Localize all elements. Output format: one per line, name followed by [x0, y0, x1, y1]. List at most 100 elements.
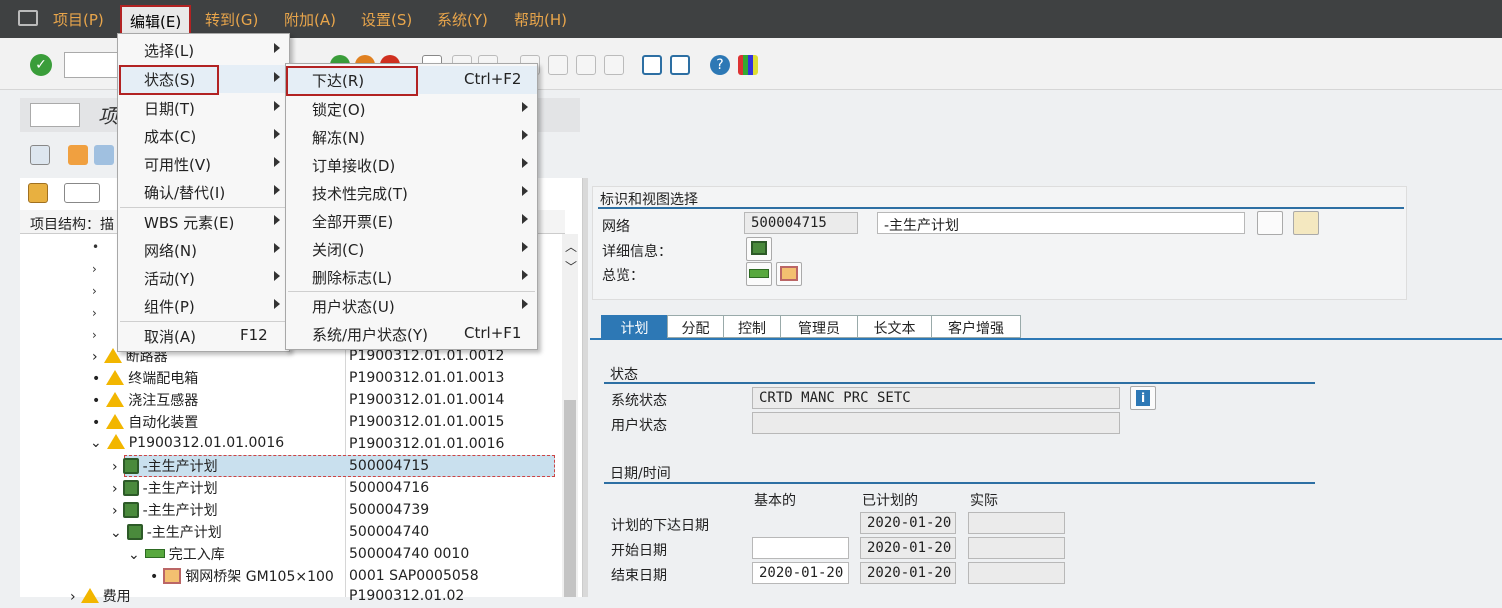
new-session-icon[interactable] — [642, 55, 662, 75]
menu-item-dates[interactable]: 日期(T) — [118, 94, 289, 122]
app-menu-icon[interactable] — [18, 10, 38, 26]
expand-icon[interactable]: › — [92, 328, 97, 342]
menu-settings[interactable]: 设置(S) — [361, 9, 412, 30]
menu-item-costs[interactable]: 成本(C) — [118, 122, 289, 150]
tree-row[interactable]: › -主生产计划 — [112, 500, 218, 522]
menu-item-cancel[interactable]: 取消(A) F12 — [118, 322, 289, 350]
prev-page-icon[interactable] — [548, 55, 568, 75]
menu-item-label: 成本(C) — [144, 128, 197, 146]
menu-item-activity[interactable]: 活动(Y) — [118, 264, 289, 292]
display-icon[interactable] — [1293, 211, 1319, 235]
menu-item-availability[interactable]: 可用性(V) — [118, 150, 289, 178]
tab-long-text[interactable]: 长文本 — [857, 315, 932, 338]
menu-help[interactable]: 帮助(H) — [514, 9, 567, 30]
start-date-basic[interactable] — [752, 537, 849, 559]
tree-row-name: 费用 — [102, 589, 131, 605]
check-icon[interactable]: ✓ — [30, 54, 52, 76]
splitter[interactable] — [583, 178, 588, 597]
menu-item-system-user-status[interactable]: 系统/用户状态(Y) Ctrl+F1 — [286, 320, 537, 348]
expand-icon[interactable]: › — [92, 262, 97, 276]
expand-icon[interactable]: › — [112, 481, 118, 497]
wbs-element-icon — [106, 414, 125, 429]
menu-item-release[interactable]: 下达(R) Ctrl+F2 — [286, 66, 537, 96]
menu-item-label: 组件(P) — [144, 298, 195, 316]
collapse-icon[interactable]: ⌄ — [128, 547, 140, 563]
shortcut-icon[interactable] — [670, 55, 690, 75]
group-underline — [604, 482, 1315, 484]
new-document-icon[interactable] — [64, 183, 100, 203]
tree-row[interactable]: › 费用 — [70, 586, 131, 608]
tree-row[interactable]: • 浇注互感器 — [92, 390, 198, 412]
tab-customer-enhancement[interactable]: 客户增强 — [931, 315, 1021, 338]
tab-plan[interactable]: 计划 — [601, 315, 668, 338]
tab-assignment[interactable]: 分配 — [667, 315, 724, 338]
last-page-icon[interactable] — [604, 55, 624, 75]
tab-control[interactable]: 控制 — [723, 315, 781, 338]
arrow-left-icon[interactable] — [68, 145, 88, 165]
menu-item-user-status[interactable]: 用户状态(U) — [286, 292, 537, 320]
wbs-element-icon — [106, 392, 125, 407]
tree-row[interactable]: • 钢网桥架 GM105×100 — [150, 566, 334, 588]
tree-row[interactable]: › -主生产计划 — [112, 478, 218, 500]
layout-icon[interactable] — [738, 55, 758, 75]
tab-administrator[interactable]: 管理员 — [780, 315, 858, 338]
submenu-arrow-icon — [274, 157, 280, 167]
glasses-icon[interactable] — [30, 145, 50, 165]
tree-row[interactable]: ⌄ P1900312.01.01.0016 — [90, 434, 284, 456]
tree-row-code: P1900312.01.01.0016 — [349, 436, 505, 452]
expand-icon[interactable]: › — [112, 459, 118, 475]
collapse-icon[interactable]: ⌄ — [90, 435, 102, 451]
tree-row[interactable]: • 自动化装置 — [92, 412, 198, 434]
network-icon — [122, 502, 139, 518]
tree-row[interactable]: ⌄ 完工入库 — [128, 544, 225, 566]
menu-item-deletion-flag[interactable]: 删除标志(L) — [286, 263, 537, 291]
expand-icon[interactable]: › — [70, 589, 76, 605]
open-folder-icon[interactable] — [28, 183, 48, 203]
planned-release-planned: 2020-01-20 — [860, 512, 956, 534]
tree-scrollbar-thumb[interactable] — [564, 400, 576, 597]
menu-project[interactable]: 项目(P) — [53, 9, 104, 30]
tree-row[interactable]: ⌄ -主生产计划 — [110, 522, 222, 544]
expand-icon[interactable]: › — [92, 306, 97, 320]
scroll-down-icon[interactable]: ﹀ — [565, 258, 577, 275]
edit-icon[interactable] — [1257, 211, 1283, 235]
wbs-element-icon — [106, 370, 125, 385]
next-page-icon[interactable] — [576, 55, 596, 75]
menu-item-fully-invoiced[interactable]: 全部开票(E) — [286, 207, 537, 235]
collapse-icon[interactable]: ⌄ — [110, 525, 122, 541]
menu-goto[interactable]: 转到(G) — [205, 9, 258, 30]
menu-item-close[interactable]: 关闭(C) — [286, 235, 537, 263]
menu-system[interactable]: 系统(Y) — [437, 9, 488, 30]
expand-icon[interactable]: › — [112, 503, 118, 519]
command-field[interactable] — [64, 52, 122, 78]
menu-item-wbs-element[interactable]: WBS 元素(E) — [118, 208, 289, 236]
wbs-element-icon — [80, 588, 99, 603]
menu-item-tech-complete[interactable]: 技术性完成(T) — [286, 179, 537, 207]
menu-extras[interactable]: 附加(A) — [284, 9, 336, 30]
menu-item-order-receipt[interactable]: 订单接收(D) — [286, 151, 537, 179]
menu-item-network[interactable]: 网络(N) — [118, 236, 289, 264]
scroll-up-icon[interactable]: ︿ — [565, 238, 577, 255]
component-icon — [780, 266, 798, 281]
title-menu-button[interactable] — [30, 103, 80, 127]
arrow-right-icon[interactable] — [94, 145, 114, 165]
tree-row-code: 500004740 — [349, 524, 430, 540]
menu-item-select[interactable]: 选择(L) — [118, 36, 289, 64]
expand-icon[interactable]: › — [92, 284, 97, 298]
status-group-title: 状态 — [610, 367, 638, 383]
page-title: 项 — [98, 104, 118, 128]
menu-item-label: 删除标志(L) — [312, 269, 393, 287]
menu-item-label: 技术性完成(T) — [312, 185, 408, 203]
menu-item-status[interactable]: 状态(S) — [118, 65, 289, 95]
menu-item-lock[interactable]: 锁定(O) — [286, 95, 537, 123]
tree-row[interactable]: › -主生产计划 — [112, 456, 218, 478]
menu-item-confirm-replace[interactable]: 确认/替代(I) — [118, 178, 289, 206]
tree-row-code: 500004739 — [349, 502, 430, 518]
help-icon[interactable]: ? — [710, 55, 730, 75]
menu-item-component[interactable]: 组件(P) — [118, 292, 289, 320]
end-date-basic[interactable]: 2020-01-20 — [752, 562, 849, 584]
network-description-field[interactable]: -主生产计划 — [877, 212, 1245, 234]
tree-row[interactable]: • 终端配电箱 — [92, 368, 198, 390]
menu-item-unlock[interactable]: 解冻(N) — [286, 123, 537, 151]
status-submenu: 下达(R) Ctrl+F2 锁定(O) 解冻(N) 订单接收(D) 技术性完成(T… — [285, 63, 538, 350]
